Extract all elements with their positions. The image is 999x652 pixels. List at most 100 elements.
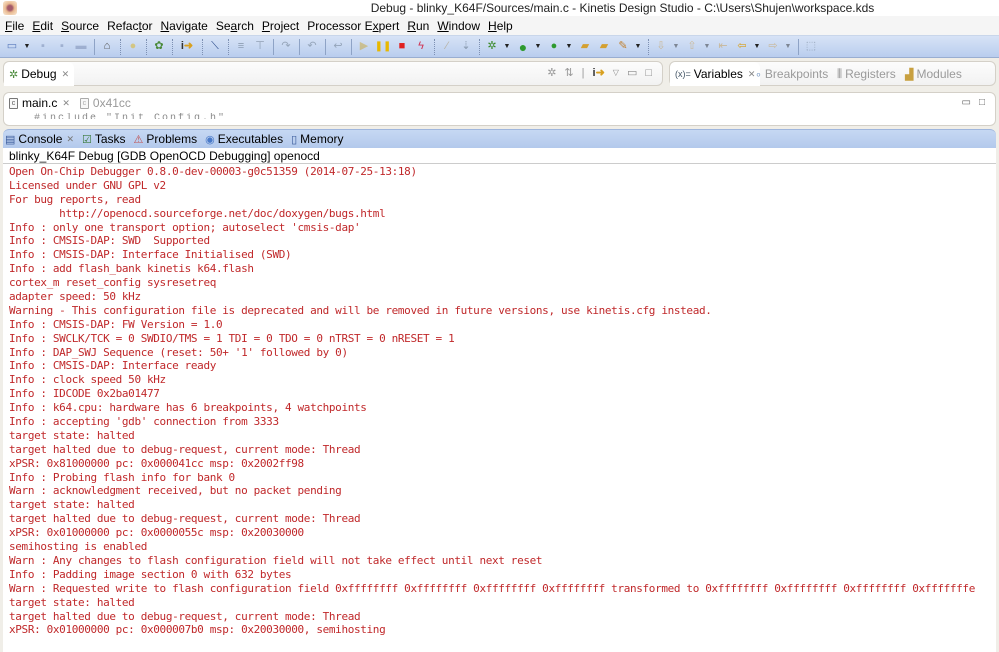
toolbar-separator [202, 38, 203, 55]
tab-breakpoints-label: Breakpoints [764, 67, 829, 81]
next-annotation-icon[interactable]: ⇩ [653, 39, 669, 55]
open-project-icon[interactable]: ▰ [577, 39, 593, 55]
tab-executables[interactable]: ◉ Executables [205, 132, 283, 146]
last-edit-icon[interactable]: ⇤ [715, 39, 731, 55]
editor-code-line[interactable]: #include "Init_Config.h" [34, 113, 226, 119]
step-return-icon[interactable]: ↩ [330, 39, 346, 55]
menu-label-prefix: Se [215, 18, 231, 33]
save-all-icon[interactable]: ▪ [54, 39, 70, 55]
tab-breakpoints[interactable]: ∘ Breakpoints [750, 62, 833, 86]
editor-view-controls: ▭ □ [962, 97, 986, 108]
tab-0x41cc[interactable]: c 0x41cc [75, 93, 136, 113]
close-icon[interactable]: ✕ [66, 134, 74, 145]
remove-launches-icon[interactable]: ✲ [547, 66, 556, 79]
menu-edit[interactable]: Edit [32, 19, 53, 33]
view-menu-icon[interactable]: ▽ [613, 68, 619, 77]
tab-debug-label: Debug [21, 67, 57, 81]
suspend-icon[interactable]: ❚❚ [375, 39, 392, 55]
skip-breakpoints-icon[interactable]: ⟍ [207, 39, 223, 55]
menu-project[interactable]: Project [262, 19, 299, 33]
menu-label-rest: ource [69, 18, 100, 33]
tab-problems-label: Problems [146, 132, 198, 146]
minimize-icon[interactable]: ▭ [962, 97, 971, 108]
tab-debug[interactable]: ✲ Debug ✕ [4, 62, 75, 86]
menu-label-rest: pert [378, 18, 400, 33]
debug-view: ✲ Debug ✕ ✲ ⇅ | i➜ ▽ ▭ □ [3, 61, 663, 86]
run-dropdown-icon[interactable]: ▼ [534, 39, 542, 55]
new-dropdown-icon[interactable]: ▼ [23, 39, 31, 55]
minimize-icon[interactable]: ▭ [627, 66, 637, 79]
next-annotation-dropdown-icon[interactable]: ▼ [672, 39, 680, 55]
tab-modules[interactable]: ▟ Modules [900, 62, 967, 86]
tab-registers[interactable]: ⫼ Registers [832, 62, 901, 86]
previous-annotation-dropdown-icon[interactable]: ▼ [703, 39, 711, 55]
step-info-icon[interactable]: i ➜ [177, 39, 197, 55]
close-icon[interactable]: ✕ [62, 98, 70, 109]
menu-file[interactable]: File [5, 19, 24, 33]
drop-to-frame-icon[interactable]: ⁄ [439, 39, 455, 55]
open-folder-icon[interactable]: ▰ [596, 39, 612, 55]
console-line: Info : CMSIS-DAP: Interface ready [9, 359, 216, 373]
console-line: target state: halted [9, 428, 135, 442]
tab-problems[interactable]: ⚠ Problems [134, 132, 198, 146]
console-line: Info : DAP_SWJ Sequence (reset: 50+ '1' … [9, 345, 348, 359]
forward-dropdown-icon[interactable]: ▼ [784, 39, 792, 55]
tab-main-c[interactable]: c main.c ✕ [4, 93, 75, 113]
terminate-icon[interactable]: ■ [394, 39, 410, 55]
instruction-step-icon[interactable]: ⊤ [252, 39, 268, 55]
align-icon[interactable]: ≡ [233, 39, 249, 55]
window-title: Debug - blinky_K64F/Sources/main.c - Kin… [370, 1, 875, 15]
forward-icon[interactable]: ⇨ [765, 39, 781, 55]
close-icon[interactable]: ✕ [62, 69, 70, 80]
maximize-icon[interactable]: □ [979, 97, 985, 108]
console-line: Warn : Any changes to flash configuratio… [9, 553, 543, 567]
pen-icon[interactable]: ✎ [615, 39, 631, 55]
resume-icon[interactable]: ▶ [356, 39, 372, 55]
maximize-icon[interactable]: □ [645, 67, 652, 79]
menu-run[interactable]: Run [407, 19, 429, 33]
menu-source[interactable]: Source [61, 19, 99, 33]
use-step-filters-icon[interactable]: ⇣ [458, 39, 474, 55]
debug-icon[interactable]: ✲ [484, 39, 500, 55]
new-icon[interactable]: ▭ [4, 39, 20, 55]
tab-tasks[interactable]: ☑ Tasks [82, 132, 126, 146]
debug-config-icon[interactable]: ✿ [151, 39, 167, 55]
save-icon[interactable]: ▪ [35, 39, 51, 55]
tab-variables[interactable]: (x)= Variables ✕ [670, 62, 761, 86]
problems-icon: ⚠ [133, 133, 144, 146]
disconnect-view-icon[interactable]: ⇅ [564, 66, 573, 79]
step-over-icon[interactable]: ↶ [304, 39, 320, 55]
menu-search[interactable]: Search [216, 19, 254, 33]
menu-processor-expert[interactable]: Processor Expert [307, 19, 399, 33]
run-icon[interactable]: ● [515, 39, 531, 55]
pen-dropdown-icon[interactable]: ▼ [634, 39, 642, 55]
tab-memory[interactable]: ▯ Memory [291, 132, 343, 146]
step-into-icon[interactable]: ↷ [278, 39, 294, 55]
back-dropdown-icon[interactable]: ▼ [753, 39, 761, 55]
back-icon[interactable]: ⇦ [734, 39, 750, 55]
debug-dropdown-icon[interactable]: ▼ [503, 39, 511, 55]
console-line: Info : Padding image section 0 with 632 … [9, 567, 292, 581]
menu-mnemonic: H [488, 18, 497, 33]
tab-console[interactable]: ▤ Console ✕ [5, 132, 74, 146]
debug-view-toolbar: ✲ ⇅ | i➜ ▽ ▭ □ [547, 66, 652, 80]
console-line: semihosting is enabled [9, 540, 147, 554]
menu-window[interactable]: Window [437, 19, 480, 33]
console-line: Info : CMSIS-DAP: SWD Supported [9, 234, 210, 248]
tab-0x41cc-label: 0x41cc [92, 96, 131, 110]
external-tools-icon[interactable]: ● [546, 39, 562, 55]
print-icon[interactable]: ▬ [73, 39, 89, 55]
disconnect-icon[interactable]: ϟ [413, 39, 429, 55]
title-bar: Debug - blinky_K64F/Sources/main.c - Kin… [0, 0, 999, 16]
menu-label-rest: ile [12, 18, 25, 33]
menu-navigate[interactable]: Navigate [160, 19, 207, 33]
external-tools-dropdown-icon[interactable]: ▼ [565, 39, 573, 55]
previous-annotation-icon[interactable]: ⇧ [684, 39, 700, 55]
pin-editor-icon[interactable]: ⬚ [803, 39, 819, 55]
lightbulb-icon[interactable]: ● [125, 39, 141, 55]
build-icon[interactable]: ⌂ [99, 39, 115, 55]
menu-help[interactable]: Help [488, 19, 513, 33]
menu-refactor[interactable]: Refactor [107, 19, 152, 33]
step-info-view-icon[interactable]: i➜ [593, 66, 605, 79]
console-output[interactable]: Open On-Chip Debugger 0.8.0-dev-00003-g0… [3, 164, 996, 652]
